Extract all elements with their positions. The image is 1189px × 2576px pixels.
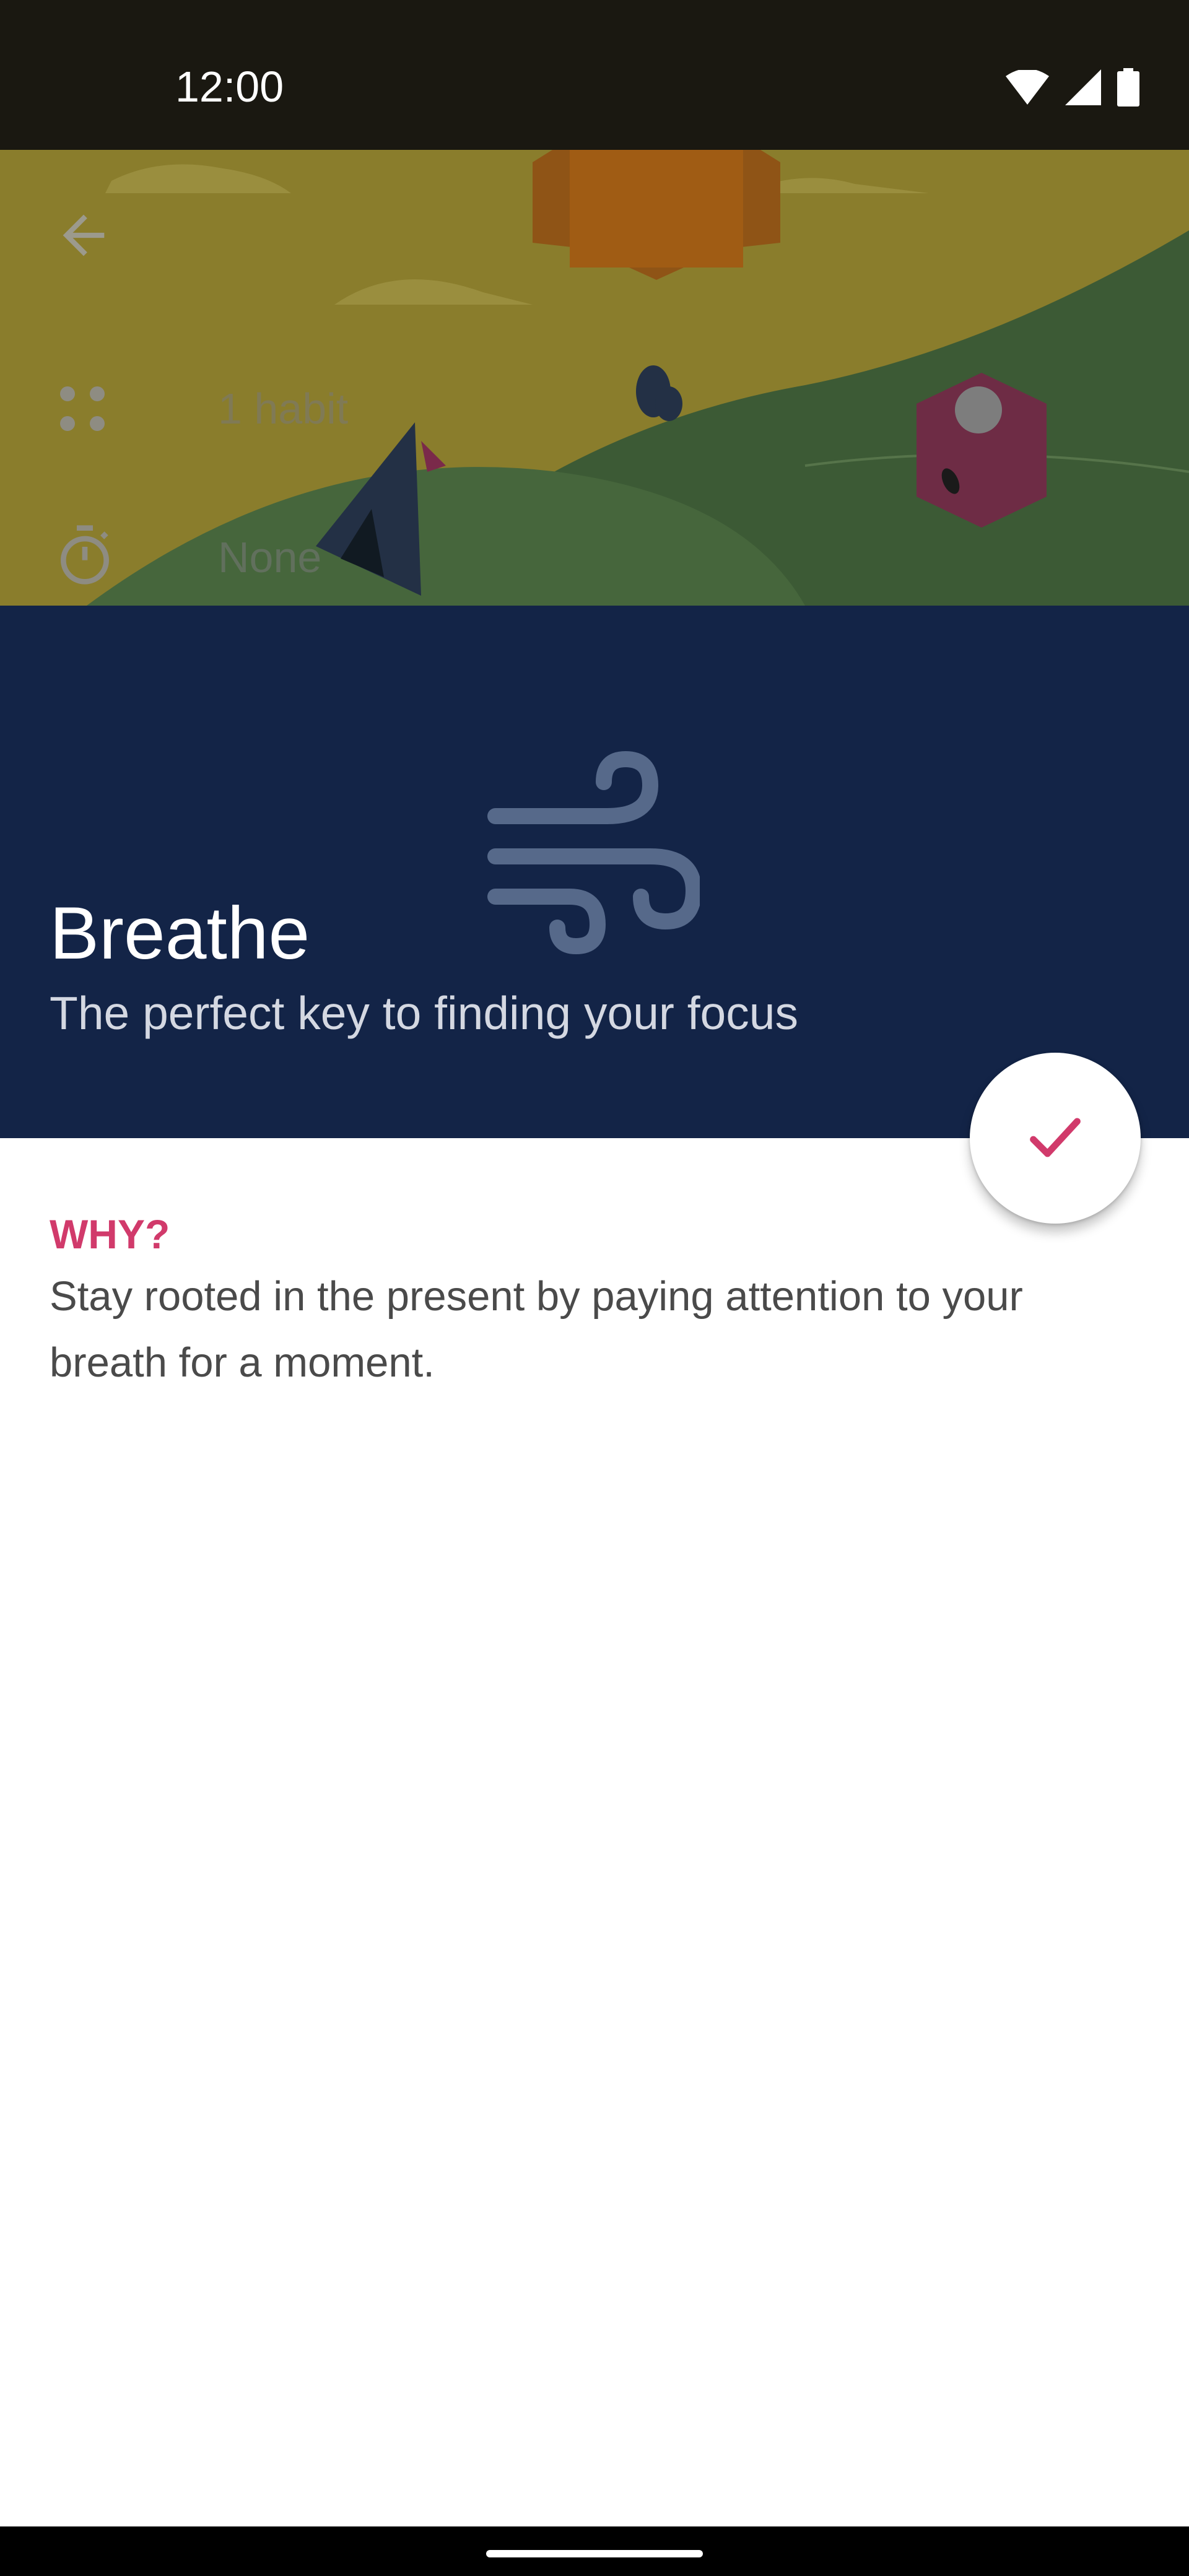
scene-illustration: 1 habit None [0,150,1189,606]
status-time: 12:00 [175,63,284,111]
status-bar: 12:00 [0,0,1189,150]
back-row [0,204,1189,266]
habit-subtitle: The perfect key to finding your focus [50,987,798,1039]
habits-grid-icon [60,386,105,431]
wind-icon [487,751,700,955]
battery-icon [1117,68,1139,107]
habit-header: Breathe The perfect key to finding your … [0,606,1189,1138]
timer-icon [61,525,109,585]
home-handle[interactable] [486,2550,703,2557]
complete-habit-button[interactable] [970,1053,1141,1224]
check-icon [1030,1118,1081,1157]
habit-count-label: 1 habit [218,385,349,433]
timer-row: None [0,523,1189,591]
why-description: Stay rooted in the present by paying att… [50,1273,1023,1386]
back-arrow-icon[interactable] [53,204,115,266]
status-icons [1006,68,1139,107]
why-heading: WHY? [50,1211,170,1257]
wifi-icon [1006,70,1049,105]
cell-signal-icon [1065,69,1101,105]
habit-count-row: 1 habit [0,379,1189,441]
timer-value-label: None [218,533,322,581]
habit-title: Breathe [50,892,310,975]
